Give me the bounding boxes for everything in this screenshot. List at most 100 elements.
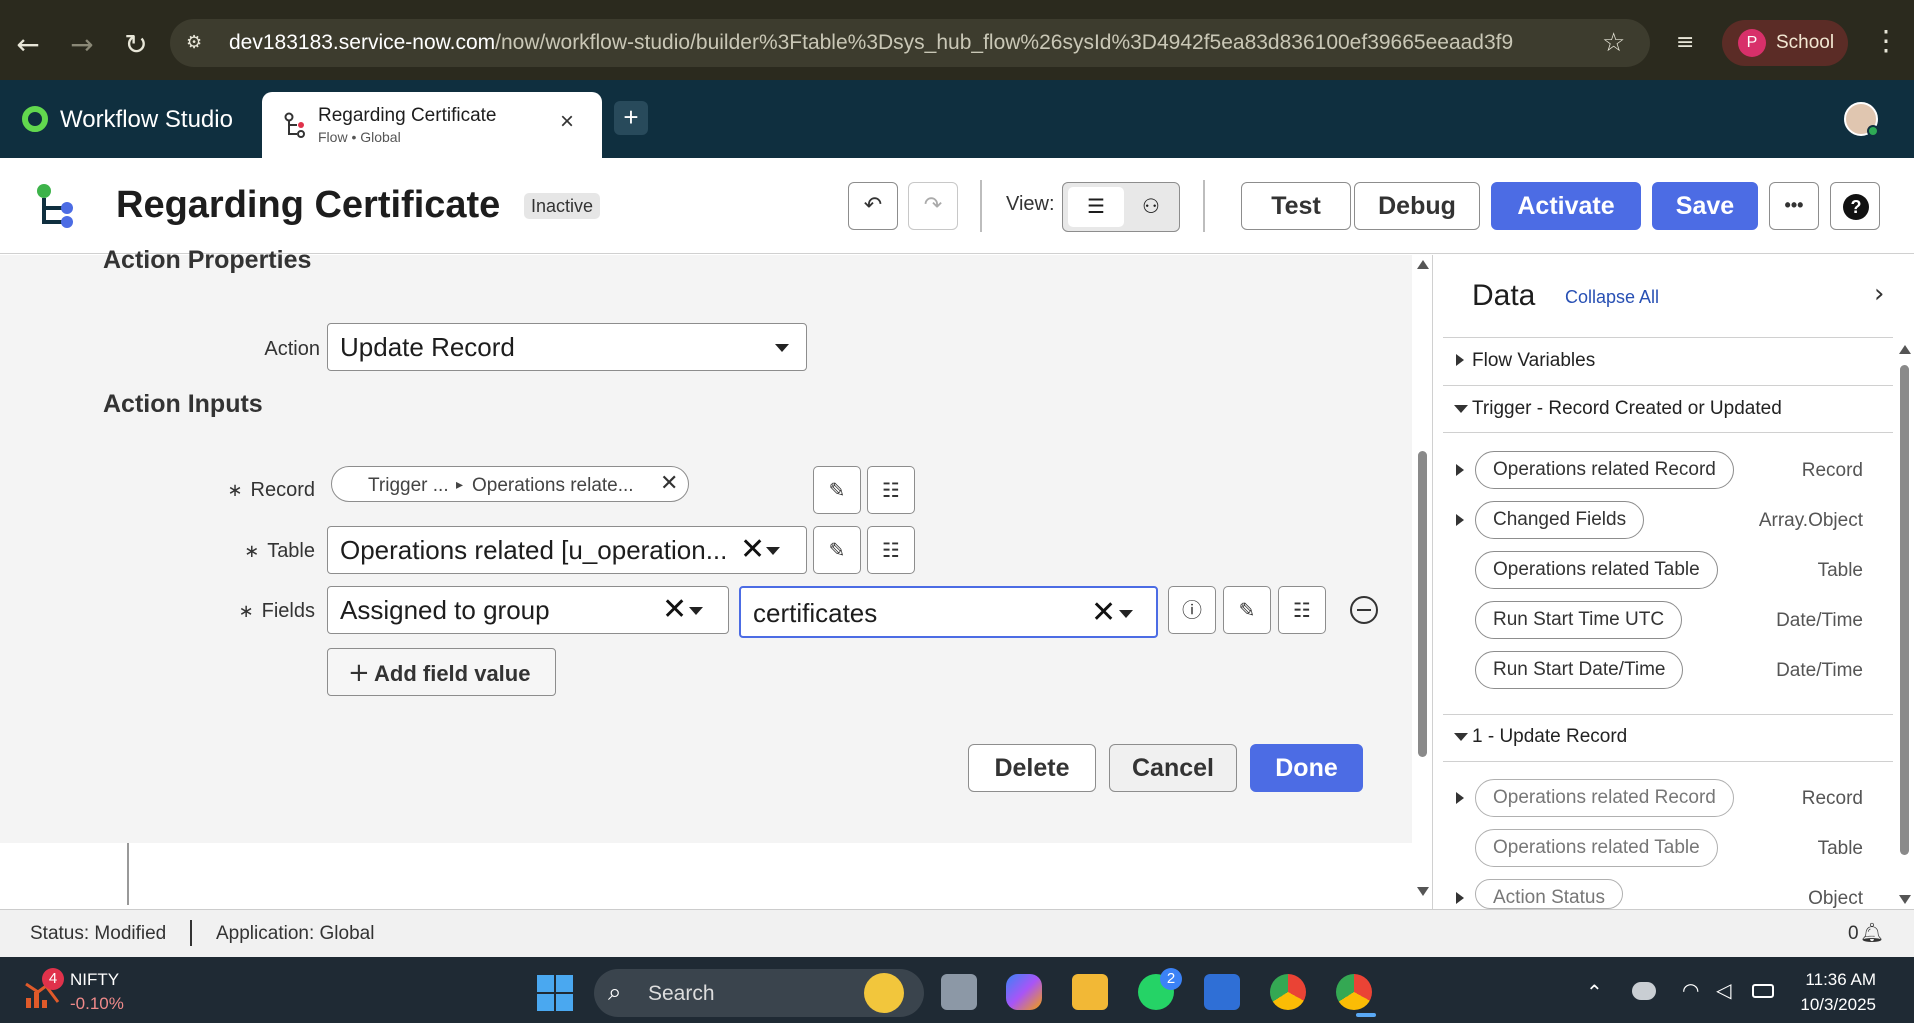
tree-view-icon[interactable]: ☰: [1068, 187, 1124, 227]
browser-menu-icon[interactable]: ⋮: [1872, 24, 1900, 57]
expand-icon[interactable]: [1456, 354, 1464, 366]
save-button[interactable]: Save: [1652, 182, 1758, 230]
nifty-change: -0.10%: [70, 994, 124, 1013]
nifty-name[interactable]: NIFTY: [70, 970, 119, 990]
delete-button[interactable]: Delete: [968, 744, 1096, 792]
scroll-down-icon[interactable]: [1899, 895, 1911, 904]
data-pill[interactable]: Changed Fields: [1475, 501, 1645, 539]
done-button[interactable]: Done: [1250, 744, 1363, 792]
file-explorer-icon[interactable]: [1072, 974, 1108, 1010]
data-pill-type: Array.Object: [1758, 510, 1863, 531]
flow-title: Regarding Certificate: [116, 184, 501, 226]
scroll-thumb[interactable]: [1418, 451, 1427, 757]
info-icon: ⓘ: [1182, 598, 1202, 622]
data-picker-icon: ☷: [1293, 598, 1311, 622]
data-picker-button[interactable]: ☷: [867, 526, 915, 574]
close-tab-icon[interactable]: ×: [560, 108, 574, 136]
clock-time[interactable]: 11:36 AM: [1800, 970, 1876, 990]
expand-icon[interactable]: [1456, 792, 1464, 804]
info-button[interactable]: ⓘ: [1168, 586, 1216, 634]
flow-variables-group[interactable]: Flow Variables: [1472, 350, 1595, 372]
more-options-button[interactable]: •••: [1769, 182, 1819, 230]
volume-icon[interactable]: ◁: [1716, 978, 1731, 1002]
data-picker-button[interactable]: ☷: [867, 466, 915, 514]
store-icon[interactable]: [1204, 974, 1240, 1010]
reload-icon[interactable]: ↻: [116, 24, 156, 64]
data-pill[interactable]: Run Start Time UTC: [1475, 601, 1683, 639]
scroll-down-icon[interactable]: [1417, 887, 1429, 896]
wifi-icon[interactable]: ◠: [1682, 978, 1699, 1002]
windows-start-icon[interactable]: [537, 975, 573, 1011]
divider: [1443, 432, 1893, 433]
bell-icon[interactable]: 🔔︎: [1860, 921, 1884, 944]
chevron-down-icon: [1119, 610, 1133, 618]
copilot-icon[interactable]: [1006, 974, 1042, 1010]
collapse-icon[interactable]: [1454, 733, 1468, 741]
scroll-up-icon[interactable]: [1417, 260, 1429, 269]
user-avatar[interactable]: [1844, 102, 1879, 137]
whatsapp-badge: 2: [1160, 968, 1182, 990]
diagram-view-icon[interactable]: ⚇: [1127, 187, 1175, 227]
redo-icon: ↷: [923, 193, 943, 218]
field-name-select[interactable]: Assigned to group ✕: [327, 586, 729, 634]
remove-pill-icon[interactable]: ✕: [660, 471, 678, 496]
chrome-profile-icon[interactable]: [1336, 974, 1372, 1010]
add-field-value-button[interactable]: + Add field value: [327, 648, 556, 696]
tab-regarding-certificate[interactable]: Regarding Certificate Flow • Global ×: [262, 92, 602, 158]
collapse-all-link[interactable]: Collapse All: [1565, 287, 1659, 308]
view-label: View:: [1006, 193, 1055, 215]
view-toggle[interactable]: ☰ ⚇: [1062, 182, 1180, 232]
data-scroll-thumb[interactable]: [1900, 365, 1909, 855]
help-button[interactable]: ?: [1830, 182, 1880, 230]
expand-icon[interactable]: [1456, 514, 1464, 526]
clear-icon[interactable]: ✕: [662, 592, 687, 627]
battery-icon[interactable]: [1752, 984, 1774, 998]
divider: [1443, 337, 1893, 338]
undo-button[interactable]: ↶: [848, 182, 898, 230]
chrome-icon[interactable]: [1270, 974, 1306, 1010]
forward-icon[interactable]: →: [62, 24, 102, 64]
update-record-group[interactable]: 1 - Update Record: [1472, 726, 1627, 748]
taskbar-search[interactable]: ⌕ Search: [594, 969, 924, 1017]
editor-scrollbar[interactable]: [1412, 255, 1432, 909]
data-pill[interactable]: Run Start Date/Time: [1475, 651, 1684, 689]
chevron-down-icon: [689, 607, 703, 615]
media-control-icon[interactable]: ≡: [1676, 30, 1694, 55]
profile-button[interactable]: P School: [1722, 20, 1848, 66]
collapse-icon[interactable]: [1454, 405, 1468, 413]
remove-field-icon[interactable]: [1350, 596, 1378, 624]
trigger-group[interactable]: Trigger - Record Created or Updated: [1472, 398, 1782, 420]
task-view-icon[interactable]: [941, 974, 977, 1010]
data-pill[interactable]: Action Status: [1475, 879, 1623, 909]
script-icon: ✎: [828, 478, 846, 502]
flow-icon: [284, 112, 305, 138]
clear-icon[interactable]: ✕: [740, 532, 765, 567]
debug-button[interactable]: Debug: [1354, 182, 1480, 230]
chevron-up-icon[interactable]: ⌃: [1586, 980, 1603, 1004]
table-select[interactable]: Operations related [u_operation... ✕: [327, 526, 807, 574]
scroll-up-icon[interactable]: [1899, 345, 1911, 354]
chevron-right-icon[interactable]: ›: [1874, 279, 1884, 309]
url-text[interactable]: dev183183.service-now.com/now/workflow-s…: [229, 31, 1513, 55]
back-icon[interactable]: ←: [8, 24, 48, 64]
script-button[interactable]: ✎: [1223, 586, 1271, 634]
onedrive-icon[interactable]: [1632, 982, 1656, 1000]
script-button[interactable]: ✎: [813, 526, 861, 574]
data-picker-button[interactable]: ☷: [1278, 586, 1326, 634]
clear-icon[interactable]: ✕: [1091, 595, 1116, 630]
app-name[interactable]: Workflow Studio: [60, 106, 233, 134]
redo-button[interactable]: ↷: [908, 182, 958, 230]
add-tab-button[interactable]: +: [614, 101, 648, 135]
field-value-input[interactable]: certificates ✕: [739, 586, 1158, 638]
site-settings-icon[interactable]: ⚙: [186, 32, 208, 54]
record-data-pill[interactable]: Trigger ... ▸ Operations relate... ✕: [331, 466, 689, 502]
test-button[interactable]: Test: [1241, 182, 1351, 230]
expand-icon[interactable]: [1456, 464, 1464, 476]
clock-date[interactable]: 10/3/2025: [1800, 995, 1876, 1015]
expand-icon[interactable]: [1456, 892, 1464, 904]
action-select[interactable]: Update Record: [327, 323, 807, 371]
activate-button[interactable]: Activate: [1491, 182, 1641, 230]
script-button[interactable]: ✎: [813, 466, 861, 514]
bookmark-star-icon[interactable]: ☆: [1602, 28, 1625, 58]
cancel-button[interactable]: Cancel: [1109, 744, 1237, 792]
